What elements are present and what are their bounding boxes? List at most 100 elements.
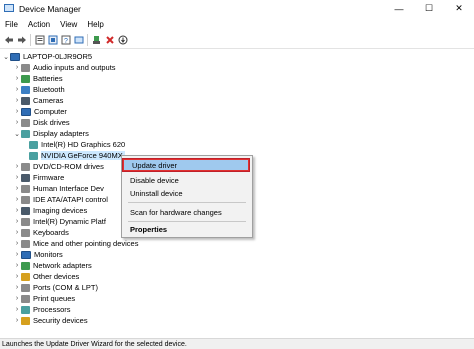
uninstall-device-icon[interactable] (104, 34, 116, 46)
chevron-right-icon[interactable]: › (13, 117, 21, 128)
chevron-right-icon[interactable]: › (13, 172, 21, 183)
disable-device-icon[interactable] (117, 34, 129, 46)
tree-item-intel-graphics[interactable]: Intel(R) HD Graphics 620 (29, 139, 125, 150)
scan-hardware-icon[interactable] (73, 34, 85, 46)
maximize-button[interactable]: ☐ (414, 0, 444, 17)
tree-item-label: Processors (33, 305, 71, 314)
tree-item-label: IDE ATA/ATAPI control (33, 195, 108, 204)
tree-item-label: Computer (34, 107, 67, 116)
warning-device-icon (21, 272, 30, 281)
tree-item-disk-drives[interactable]: › Disk drives (13, 117, 70, 128)
tree-item-processors[interactable]: › Processors (13, 304, 71, 315)
chevron-right-icon[interactable]: › (13, 73, 21, 84)
update-driver-icon[interactable] (91, 34, 103, 46)
tree-item-label: Keyboards (33, 228, 69, 237)
tree-item-ide[interactable]: › IDE ATA/ATAPI control (13, 194, 108, 205)
chevron-right-icon[interactable]: › (13, 249, 21, 260)
menu-action[interactable]: Action (23, 20, 55, 29)
battery-icon (21, 74, 30, 83)
forward-arrow-icon[interactable] (16, 34, 28, 46)
disk-drive-icon (21, 118, 30, 127)
chevron-right-icon[interactable]: › (13, 271, 21, 282)
platform-icon (21, 217, 30, 226)
tree-item-display-adapters[interactable]: ⌄ Display adapters (13, 128, 89, 139)
scan-hardware-menu-item[interactable]: Scan for hardware changes (122, 206, 250, 218)
tree-item-monitors[interactable]: › Monitors (13, 249, 63, 260)
close-button[interactable]: ✕ (444, 0, 474, 17)
chevron-right-icon[interactable]: › (13, 95, 21, 106)
dvd-drive-icon (21, 162, 30, 171)
firmware-icon (21, 173, 30, 182)
tree-item-firmware[interactable]: › Firmware (13, 172, 64, 183)
tree-item-audio[interactable]: › Audio inputs and outputs (13, 62, 116, 73)
tree-item-label: Monitors (34, 250, 63, 259)
chevron-right-icon[interactable]: › (13, 282, 21, 293)
tree-item-network[interactable]: › Network adapters (13, 260, 92, 271)
tree-item-print-queues[interactable]: › Print queues (13, 293, 75, 304)
computer-icon (21, 107, 31, 116)
toolbar-separator (87, 33, 88, 46)
tree-item-cameras[interactable]: › Cameras (13, 95, 64, 106)
tree-item-security[interactable]: › Security devices (13, 315, 88, 326)
chevron-right-icon[interactable]: › (13, 62, 21, 73)
disable-device-menu-item[interactable]: Disable device (122, 174, 250, 186)
chevron-right-icon[interactable]: › (13, 238, 21, 249)
menu-bar: File Action View Help (0, 17, 474, 31)
tree-item-label: Firmware (33, 173, 65, 182)
tree-item-label: Other devices (33, 272, 80, 281)
tree-item-dvd-drives[interactable]: › DVD/CD-ROM drives (13, 161, 104, 172)
tree-root[interactable]: ⌄ LAPTOP-0LJR9OR5 (2, 51, 92, 62)
properties-sheet-icon[interactable] (34, 34, 46, 46)
chevron-right-icon[interactable]: › (13, 315, 21, 326)
chevron-right-icon[interactable]: › (13, 84, 21, 95)
title-bar: Device Manager — ☐ ✕ (0, 0, 474, 17)
tree-item-ports[interactable]: › Ports (COM & LPT) (13, 282, 98, 293)
computer-icon (10, 52, 20, 61)
network-adapter-icon (21, 261, 30, 270)
chevron-right-icon[interactable]: › (13, 227, 21, 238)
chevron-right-icon[interactable]: › (13, 194, 21, 205)
display-adapter-icon (29, 140, 38, 149)
menu-view[interactable]: View (55, 20, 82, 29)
properties-menu-item[interactable]: Properties (122, 223, 250, 235)
bluetooth-icon (21, 85, 30, 94)
chevron-right-icon[interactable]: › (13, 106, 21, 117)
update-driver-menu-item[interactable]: Update driver (122, 158, 250, 172)
chevron-right-icon[interactable]: › (13, 293, 21, 304)
minimize-button[interactable]: — (384, 0, 414, 17)
tree-item-other[interactable]: › Other devices (13, 271, 79, 282)
chevron-right-icon[interactable]: › (13, 205, 21, 216)
tree-item-label: Disk drives (33, 118, 70, 127)
tree-item-label: Print queues (33, 294, 76, 303)
tree-item-mice[interactable]: › Mice and other pointing devices (13, 238, 139, 249)
tree-item-bluetooth[interactable]: › Bluetooth (13, 84, 65, 95)
menu-file[interactable]: File (0, 20, 23, 29)
context-menu: Update driver Disable device Uninstall d… (121, 155, 253, 238)
chevron-right-icon[interactable]: › (13, 304, 21, 315)
back-arrow-icon[interactable] (3, 34, 15, 46)
port-icon (21, 283, 30, 292)
help-icon[interactable]: ? (60, 34, 72, 46)
tree-item-hid[interactable]: › Human Interface Dev (13, 183, 104, 194)
tree-item-intel-dynamic[interactable]: › Intel(R) Dynamic Platf (13, 216, 106, 227)
tree-item-imaging[interactable]: › Imaging devices (13, 205, 87, 216)
tree-root-label: LAPTOP-0LJR9OR5 (23, 52, 93, 61)
chevron-right-icon[interactable]: › (13, 216, 21, 227)
chevron-down-icon[interactable]: ⌄ (13, 128, 21, 139)
tree-item-keyboards[interactable]: › Keyboards (13, 227, 69, 238)
chevron-right-icon[interactable]: › (13, 260, 21, 271)
mouse-icon (21, 239, 30, 248)
tree-item-label: Mice and other pointing devices (33, 239, 139, 248)
tree-item-batteries[interactable]: › Batteries (13, 73, 63, 84)
chevron-right-icon[interactable]: › (13, 161, 21, 172)
tree-item-label: Security devices (33, 316, 88, 325)
menu-help[interactable]: Help (82, 20, 108, 29)
chevron-right-icon[interactable]: › (13, 183, 21, 194)
tree-item-label: NVIDIA GeForce 940MX (41, 151, 125, 160)
tree-item-nvidia-geforce[interactable]: NVIDIA GeForce 940MX (29, 150, 125, 161)
uninstall-device-menu-item[interactable]: Uninstall device (122, 187, 250, 199)
chevron-down-icon[interactable]: ⌄ (2, 51, 10, 62)
show-hidden-icon[interactable] (47, 34, 59, 46)
tree-item-label: Intel(R) Dynamic Platf (33, 217, 106, 226)
tree-item-computer[interactable]: › Computer (13, 106, 67, 117)
